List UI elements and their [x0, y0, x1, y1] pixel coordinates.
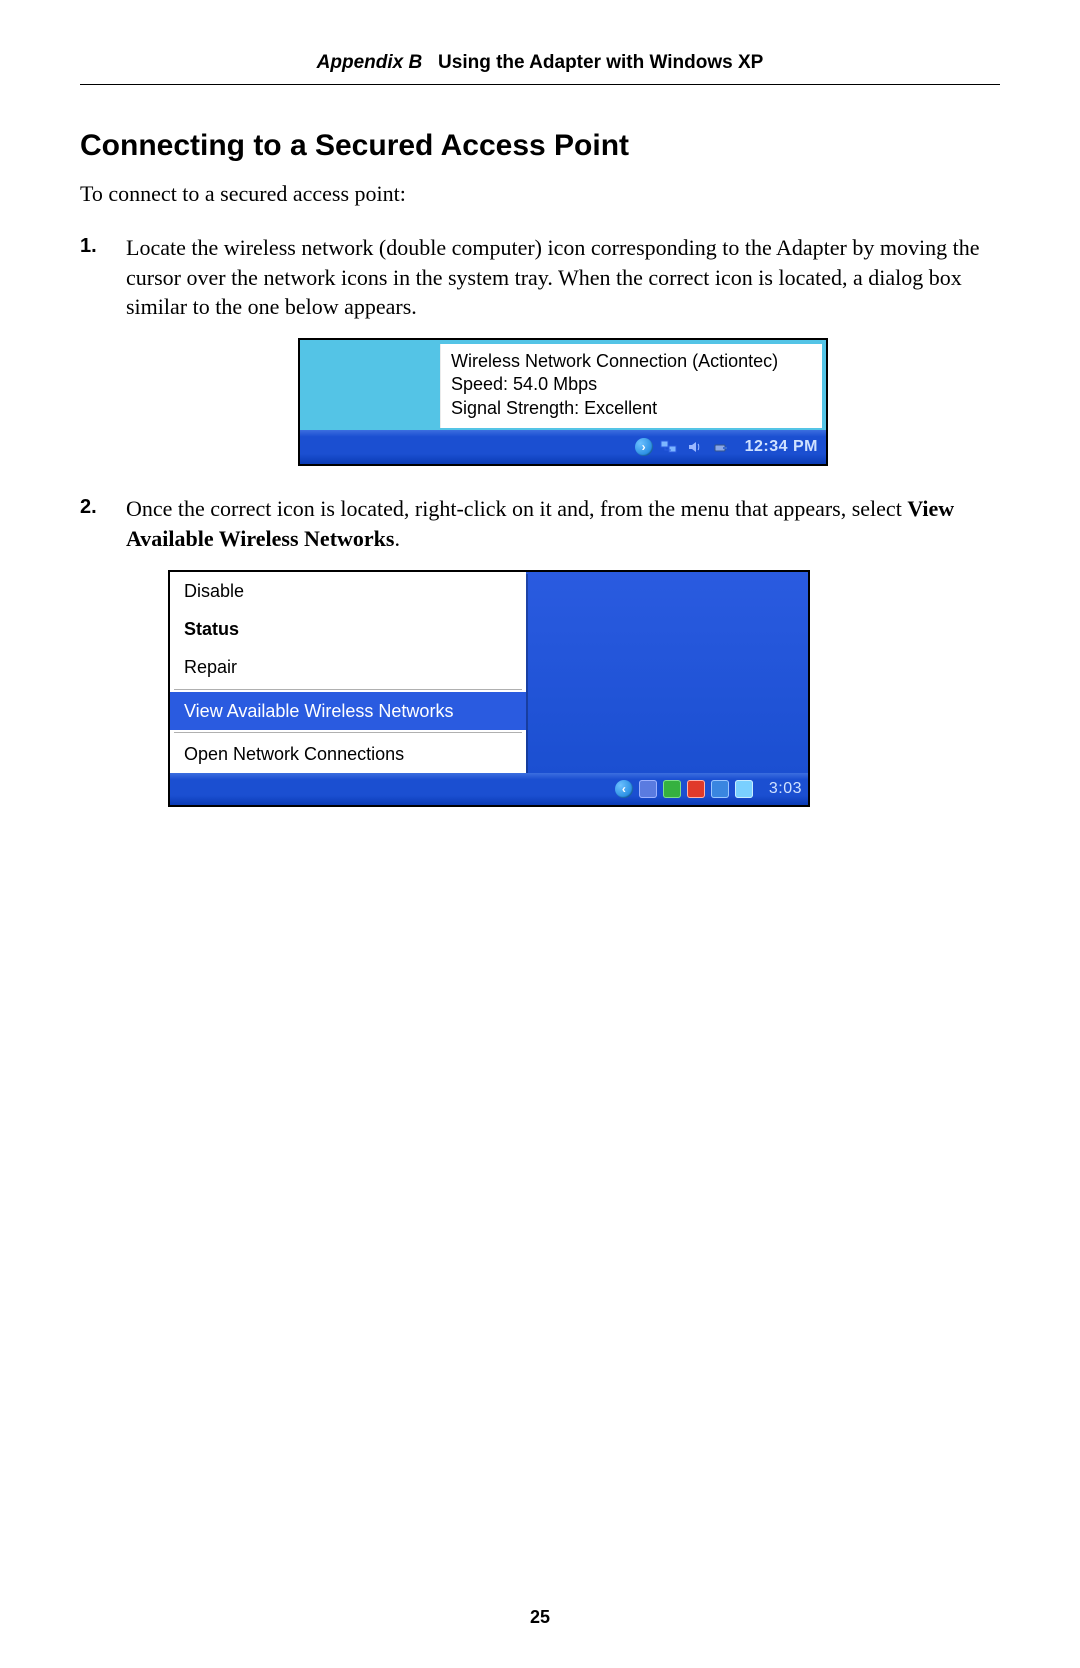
menu-item-view-available[interactable]: View Available Wireless Networks: [170, 692, 526, 730]
network-tooltip: Wireless Network Connection (Actiontec) …: [440, 344, 822, 428]
system-tray-2: ‹ 3:03: [170, 773, 808, 805]
screenshot-context-menu: Disable Status Repair View Available Wir…: [168, 570, 810, 807]
tray-clock: 12:34 PM: [745, 436, 818, 458]
tooltip-line-3: Signal Strength: Excellent: [451, 397, 814, 420]
appendix-title: Using the Adapter with Windows XP: [438, 52, 763, 73]
section-title: Connecting to a Secured Access Point: [80, 129, 1000, 163]
volume-icon[interactable]: [685, 437, 705, 457]
menu-separator: [174, 689, 522, 690]
tray-expand-icon[interactable]: ›: [635, 438, 653, 456]
tooltip-line-1: Wireless Network Connection (Actiontec): [451, 350, 814, 373]
step-1: Locate the wireless network (double comp…: [126, 233, 1000, 466]
context-menu: Disable Status Repair View Available Wir…: [170, 572, 526, 773]
appendix-label: Appendix B: [317, 52, 423, 73]
step-2-post: .: [394, 526, 400, 551]
intro-text: To connect to a secured access point:: [80, 181, 1000, 207]
step-1-text: Locate the wireless network (double comp…: [126, 235, 979, 319]
menu-item-repair[interactable]: Repair: [170, 648, 526, 686]
security-alert-icon[interactable]: [687, 780, 705, 798]
step-2-pre: Once the correct icon is located, right-…: [126, 496, 907, 521]
tooltip-line-2: Speed: 54.0 Mbps: [451, 373, 814, 396]
safely-remove-icon[interactable]: [711, 437, 731, 457]
menu-item-disable[interactable]: Disable: [170, 572, 526, 610]
antivirus-icon[interactable]: [663, 780, 681, 798]
update-icon[interactable]: [711, 780, 729, 798]
step-2: Once the correct icon is located, right-…: [126, 494, 1000, 807]
appendix-header: Appendix B Using the Adapter with Window…: [80, 52, 1000, 74]
tray-collapse-icon[interactable]: ‹: [615, 780, 633, 798]
menu-item-status[interactable]: Status: [170, 610, 526, 648]
system-tray: › 12:34 PM: [300, 430, 826, 464]
menu-separator: [174, 732, 522, 733]
screenshot-tooltip-tray: Wireless Network Connection (Actiontec) …: [298, 338, 828, 466]
network-icon[interactable]: [659, 437, 679, 457]
page-number: 25: [0, 1607, 1080, 1628]
menu-item-open-connections[interactable]: Open Network Connections: [170, 735, 526, 773]
network-icon[interactable]: [639, 780, 657, 798]
tray-clock-2: 3:03: [769, 778, 802, 800]
display-icon[interactable]: [735, 780, 753, 798]
header-rule: [80, 84, 1000, 85]
